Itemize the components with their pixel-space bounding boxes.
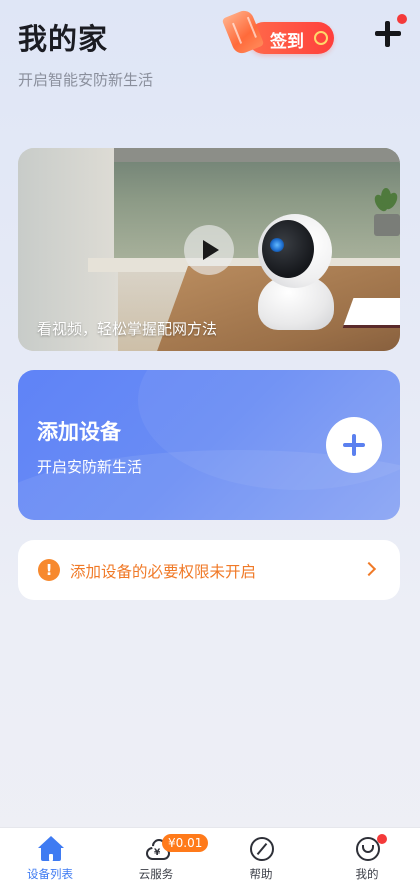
notification-dot	[377, 834, 387, 844]
permission-banner[interactable]: ! 添加设备的必要权限未开启	[18, 540, 400, 600]
price-badge: ¥0.01	[162, 834, 209, 852]
chevron-right-icon	[361, 561, 377, 577]
add-button[interactable]	[372, 14, 407, 50]
add-device-card[interactable]: 添加设备 开启安防新生活	[18, 370, 400, 520]
tab-me[interactable]: 我的	[327, 828, 407, 887]
page-subtitle: 开启智能安防新生活	[18, 71, 154, 89]
permission-text: 添加设备的必要权限未开启	[70, 563, 257, 581]
tab-label: 帮助	[249, 867, 273, 881]
camera-face	[262, 220, 314, 278]
tab-label: 我的	[355, 867, 379, 881]
page-title: 我的家	[18, 22, 109, 56]
add-device-subtitle: 开启安防新生活	[37, 458, 143, 476]
bottom-tab-bar: 设备列表 ¥ ¥0.01 云服务 帮助 我的	[0, 827, 420, 887]
scene-window	[114, 148, 400, 263]
add-device-title: 添加设备	[37, 420, 121, 444]
scene-plant	[372, 188, 400, 236]
header: 我的家 开启智能安防新生活 签到	[0, 0, 420, 110]
scene-notebook	[342, 298, 400, 328]
tab-label: 设备列表	[27, 867, 73, 881]
video-tutorial-card[interactable]: 看视频，轻松掌握配网方法	[18, 148, 400, 351]
tab-device-list[interactable]: 设备列表	[10, 828, 90, 887]
tab-help[interactable]: 帮助	[221, 828, 301, 887]
signin-label: 签到	[270, 32, 304, 52]
video-caption: 看视频，轻松掌握配网方法	[37, 320, 218, 338]
tab-label: 云服务	[138, 867, 174, 881]
tab-cloud-service[interactable]: ¥ ¥0.01 云服务	[116, 828, 209, 887]
exclamation-icon: !	[38, 559, 60, 581]
home-icon	[38, 836, 64, 862]
add-device-button[interactable]	[326, 417, 382, 473]
coin-icon	[314, 31, 328, 45]
signin-button[interactable]: 签到	[221, 7, 336, 60]
play-icon[interactable]	[184, 225, 234, 275]
compass-icon	[249, 836, 275, 862]
notification-dot	[397, 14, 407, 24]
camera-lens	[270, 238, 284, 252]
